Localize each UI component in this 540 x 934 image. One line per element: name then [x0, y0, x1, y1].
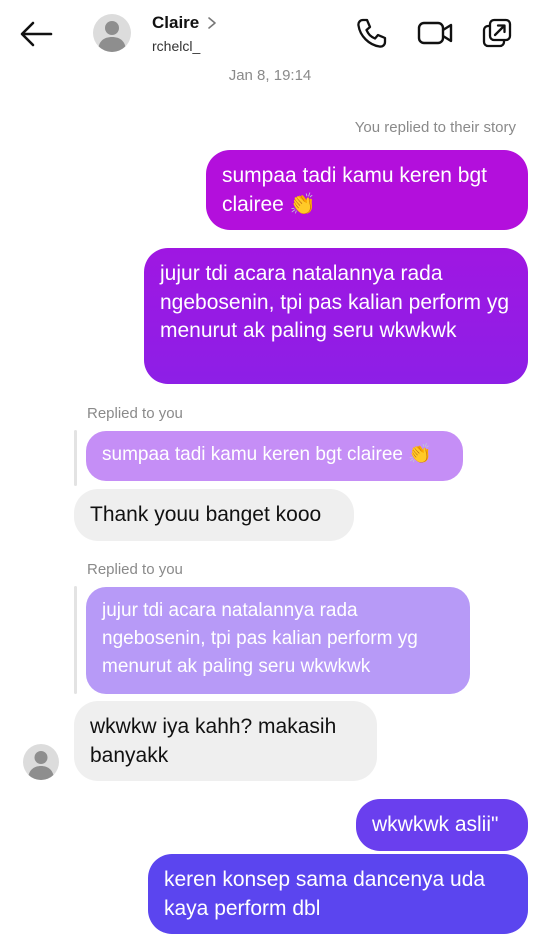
message-bubble-outgoing[interactable]: wkwkwk aslii" [356, 799, 528, 851]
thread-timestamp: Jan 8, 19:14 [228, 67, 312, 84]
message-bubble-outgoing[interactable]: jujur tdi acara natalannya rada ngebosen… [144, 248, 528, 384]
reply-quote-line [74, 430, 77, 486]
reply-quote-line [74, 586, 77, 694]
video-call-icon[interactable] [416, 16, 454, 50]
message-bubble-incoming[interactable]: wkwkw iya kahh? makasih banyakk [74, 701, 377, 781]
contact-name: Claire [152, 13, 200, 32]
contact-username: rchelcl_ [152, 38, 201, 54]
contact-name-link[interactable]: Claire [152, 13, 217, 33]
chevron-right-icon [208, 17, 217, 29]
quoted-message[interactable]: sumpaa tadi kamu keren bgt clairee 👏 [86, 431, 463, 481]
replied-label: Replied to you [87, 405, 183, 422]
quoted-message[interactable]: jujur tdi acara natalannya rada ngebosen… [86, 587, 470, 694]
back-arrow-icon[interactable] [18, 18, 54, 50]
avatar-icon [98, 21, 126, 52]
phone-icon[interactable] [354, 16, 388, 50]
message-bubble-outgoing[interactable]: sumpaa tadi kamu keren bgt clairee 👏 [206, 150, 528, 230]
replied-label: Replied to you [87, 561, 183, 578]
avatar-icon [28, 751, 54, 780]
contact-avatar[interactable] [93, 14, 131, 52]
chat-header: Claire rchelcl_ [0, 0, 540, 66]
popout-icon[interactable] [480, 16, 514, 50]
story-reply-label: You replied to their story [354, 119, 516, 136]
message-bubble-outgoing[interactable]: keren konsep sama dancenya uda kaya perf… [148, 854, 528, 934]
message-bubble-incoming[interactable]: Thank youu banget kooo [74, 489, 354, 541]
sender-avatar[interactable] [23, 744, 59, 780]
